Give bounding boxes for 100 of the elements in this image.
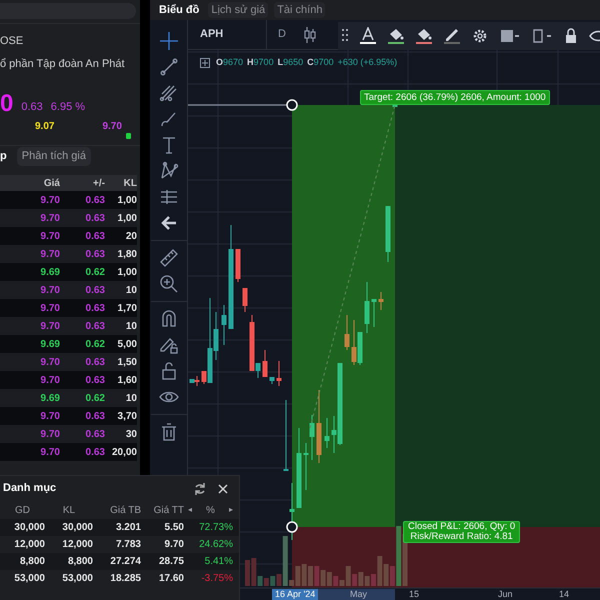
- candle: [270, 376, 274, 384]
- ruler-icon[interactable]: [158, 248, 178, 268]
- table-cell-text: 30: [124, 428, 137, 442]
- table-cell-text: 8,800: [18, 555, 45, 569]
- symbol-label: APH: [200, 27, 224, 42]
- table-cell-text: 0.63: [84, 284, 105, 298]
- tab[interactable]: Phân tích giá: [16, 147, 91, 166]
- drag-handle[interactable]: [286, 99, 298, 111]
- table-cell-text: 5.50: [164, 521, 184, 535]
- table-cell-text: 1,00: [116, 266, 137, 280]
- candle: [290, 482, 294, 540]
- tab[interactable]: Biểu đồ: [156, 2, 202, 18]
- drag-handle[interactable]: [286, 521, 298, 533]
- table-cell-text: 1,70: [116, 302, 137, 316]
- tab[interactable]: p: [0, 148, 7, 165]
- table-cell-text: 30,000: [13, 521, 45, 535]
- scroll-left-button[interactable]: ◂: [188, 504, 192, 516]
- refresh-icon[interactable]: [193, 482, 207, 496]
- table-cell-text: 5.41%: [204, 555, 234, 569]
- table-cell-text: 9.70: [40, 194, 60, 208]
- table-cell-text: 9.70: [40, 374, 60, 388]
- table-cell-text: 0.63: [84, 212, 105, 226]
- candle: [386, 206, 390, 262]
- price-value: 0: [0, 91, 14, 117]
- table-cell-text: 9.69: [40, 392, 60, 406]
- interval-button[interactable]: D: [267, 26, 297, 43]
- column-header: GD: [14, 504, 31, 518]
- table-cell-text: 0.63: [84, 410, 105, 424]
- table-cell-text: 1,50: [116, 356, 137, 370]
- change-value: 0.63: [21, 100, 43, 114]
- table-cell-text: 9.70: [40, 320, 60, 334]
- table-cell-text: 9.70: [40, 410, 60, 424]
- table-cell-text: 0.63: [84, 302, 105, 316]
- fill-bucket-icon[interactable]: [387, 27, 405, 45]
- zoom-in-icon[interactable]: [158, 274, 178, 294]
- legend-key: L: [278, 56, 284, 70]
- candle: [378, 292, 384, 310]
- table-cell-text: 9.70: [40, 302, 60, 316]
- reference-price: 9.07: [35, 120, 54, 134]
- axis-label: 14: [558, 589, 570, 600]
- company-name: ổ phần Tập đoàn An Phát: [0, 57, 126, 71]
- legend-value: 9700: [314, 56, 334, 69]
- pattern-tool-icon[interactable]: [158, 161, 178, 181]
- column-header: KL: [62, 504, 76, 518]
- table-cell-text: 53,000: [61, 572, 93, 586]
- table-cell-text: 0.63: [84, 230, 105, 244]
- table-cell-text: 0.63: [84, 356, 105, 370]
- table-cell-text: 9.70: [40, 248, 60, 262]
- table-cell-text: 1,00: [116, 212, 137, 226]
- candle: [242, 288, 248, 312]
- tab[interactable]: Lịch sử giá: [208, 2, 268, 18]
- axis-label: 16 Apr '24: [272, 589, 318, 600]
- exchange-label: OSE: [0, 34, 24, 48]
- table-cell-text: 10: [124, 392, 137, 406]
- fork-tool-icon[interactable]: [158, 83, 178, 103]
- candle: [276, 360, 282, 386]
- axis-label: May: [349, 589, 368, 600]
- table-cell-text: 20,00: [110, 446, 137, 460]
- table-cell-text: 17.60: [158, 572, 184, 586]
- table-cell-text: 9.70: [40, 230, 60, 244]
- table-cell-text: 8,800: [66, 555, 93, 569]
- table-cell-text: 9.70: [40, 212, 60, 226]
- text-color-icon[interactable]: [359, 27, 377, 45]
- axis-label: Jun: [497, 589, 514, 600]
- fill-bucket-icon[interactable]: [415, 27, 433, 45]
- legend-value: 9650: [283, 56, 304, 69]
- candle: [344, 314, 350, 350]
- scroll-right-button[interactable]: ▸: [229, 504, 233, 516]
- table-cell-text: 3,70: [116, 410, 137, 424]
- copy-icon[interactable]: [531, 27, 553, 45]
- table-cell-text: 0.63: [84, 428, 105, 442]
- table-cell-text: 0.63: [84, 446, 105, 460]
- table-cell-text: 10: [124, 284, 137, 298]
- candle: [364, 282, 370, 334]
- column-header: Giá: [42, 176, 60, 190]
- axis-label: 15: [408, 589, 420, 600]
- table-cell-text: 9.69: [40, 266, 60, 280]
- legend-change: +630 (+6.95%): [338, 56, 398, 69]
- close-icon[interactable]: [217, 482, 229, 494]
- candles-icon[interactable]: [303, 26, 317, 44]
- table-cell-text: 7.783: [114, 538, 141, 552]
- levels-tool-icon[interactable]: [158, 187, 178, 207]
- candle: [222, 304, 226, 346]
- layers-icon[interactable]: [499, 27, 521, 45]
- settings-icon[interactable]: [471, 27, 489, 45]
- legend-value: 9670: [223, 56, 244, 69]
- table-cell-text: 1,80: [116, 248, 137, 262]
- column-header: Giá TB: [109, 504, 141, 518]
- column-header: +/-: [92, 176, 105, 190]
- lock-icon[interactable]: [563, 27, 579, 45]
- expand-icon[interactable]: [200, 58, 210, 68]
- table-cell-text: 9.70: [164, 538, 184, 552]
- table-cell-text: 0.62: [84, 392, 105, 406]
- pencil-icon[interactable]: [443, 27, 461, 45]
- result-text: Closed P&L: 2606, Qty: 0: [408, 522, 516, 532]
- legend-key: H: [247, 56, 254, 70]
- crosshair-icon[interactable]: [158, 31, 178, 51]
- line-tool-icon[interactable]: [158, 57, 178, 77]
- tab[interactable]: Tài chính: [274, 2, 326, 18]
- table-cell-text: 1,00: [116, 194, 137, 208]
